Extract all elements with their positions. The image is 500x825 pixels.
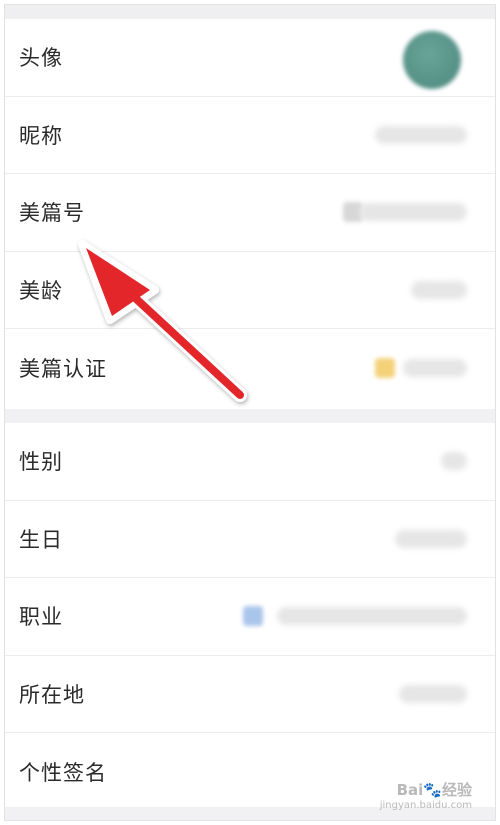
blurred-occupation-value: [277, 607, 467, 626]
row-label-verification: 美篇认证: [19, 356, 107, 381]
blurred-gender-value: [441, 452, 467, 471]
blurred-birthday-value: [395, 529, 467, 548]
watermark-logo-text: Bai🐾经验: [396, 781, 472, 799]
profile-group-basic: 头像 昵称 美篇号 美龄 美篇认证: [5, 19, 495, 409]
row-label-location: 所在地: [19, 682, 85, 707]
occupation-icon: [243, 606, 263, 627]
watermark-url: jingyan.baidu.com: [379, 800, 472, 811]
row-label-birthday: 生日: [19, 527, 63, 552]
row-label-nickname: 昵称: [19, 123, 63, 148]
row-meipian-verification[interactable]: 美篇认证: [5, 329, 495, 407]
blurred-verification-value: [403, 358, 467, 377]
row-label-avatar: 头像: [19, 46, 63, 71]
row-gender[interactable]: 性别: [5, 423, 495, 501]
row-occupation[interactable]: 职业: [5, 578, 495, 656]
row-avatar[interactable]: 头像: [5, 19, 495, 97]
row-birthday[interactable]: 生日: [5, 501, 495, 578]
blurred-location-value: [399, 684, 467, 703]
blurred-nickname-value: [375, 125, 467, 144]
row-location[interactable]: 所在地: [5, 656, 495, 733]
row-label-meipian-id: 美篇号: [19, 201, 85, 226]
row-label-meipian-age: 美龄: [19, 278, 63, 303]
row-nickname[interactable]: 昵称: [5, 97, 495, 174]
row-meipian-age[interactable]: 美龄: [5, 252, 495, 329]
avatar[interactable]: [403, 31, 461, 89]
verification-badge-icon: [375, 357, 395, 378]
row-meipian-id[interactable]: 美篇号: [5, 174, 495, 252]
row-label-signature: 个性签名: [19, 760, 107, 785]
row-label-gender: 性别: [19, 450, 63, 475]
baidu-jingyan-watermark: Bai🐾经验 jingyan.baidu.com: [380, 779, 472, 811]
row-label-occupation: 职业: [19, 605, 63, 630]
profile-group-personal: 性别 生日 职业 所在地 个性签名: [5, 423, 495, 807]
blurred-id-value: [359, 203, 467, 222]
profile-settings-page: 头像 昵称 美篇号 美龄 美篇认证 性别 生日 职业 所在地 个性签名: [4, 4, 496, 821]
top-separator: [5, 5, 495, 19]
blurred-age-value: [411, 280, 467, 299]
